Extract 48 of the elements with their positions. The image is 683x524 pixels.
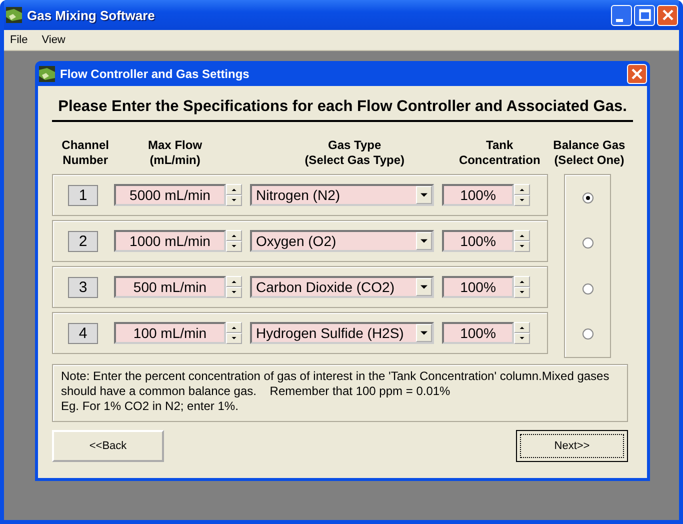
minimize-button[interactable]: [611, 4, 632, 26]
spinner[interactable]: [514, 230, 530, 252]
note-text: Note: Enter the percent concentration of gas of interest in the 'Tank Concentration' column.Mixed gases should have a common balance gas. Remember that 100 ppm = 0.01% Eg. For 1% CO2 in N2; enter 1%.: [52, 364, 628, 422]
concentration-field[interactable]: 100%: [442, 230, 514, 252]
menu-item[interactable]: View: [42, 34, 66, 46]
column-header: Channel Number: [60, 138, 110, 169]
spinner[interactable]: [226, 276, 242, 298]
close-button[interactable]: [657, 4, 678, 26]
column-header: Balance Gas (Select One): [552, 138, 626, 169]
concentration-field[interactable]: 100%: [442, 276, 514, 298]
channel-number: 2: [68, 230, 98, 252]
window-title: Gas Mixing Software: [27, 8, 156, 22]
channel-number: 4: [68, 322, 98, 344]
spinner[interactable]: [226, 322, 242, 344]
column-header: Gas Type (Select Gas Type): [304, 138, 406, 169]
channel-number: 3: [68, 276, 98, 298]
spinner[interactable]: [514, 276, 530, 298]
balance-radio[interactable]: [582, 328, 594, 340]
gas-type-dropdown[interactable]: Nitrogen (N2): [250, 184, 434, 206]
gas-type-dropdown[interactable]: Oxygen (O2): [250, 230, 434, 252]
spinner[interactable]: [514, 184, 530, 206]
channel-number: 1: [68, 184, 98, 206]
next-button[interactable]: Next>>: [516, 430, 628, 462]
concentration-field[interactable]: 100%: [442, 184, 514, 206]
spinner[interactable]: [226, 184, 242, 206]
max-flow-field[interactable]: 5000 mL/min: [114, 184, 226, 206]
balance-radio[interactable]: [582, 192, 594, 204]
close-button[interactable]: [627, 64, 647, 84]
minimize-icon: [616, 18, 623, 22]
balance-radio[interactable]: [582, 237, 594, 250]
app-icon: [6, 7, 22, 23]
spinner[interactable]: [226, 230, 242, 252]
balance-radio[interactable]: [582, 282, 594, 295]
concentration-field[interactable]: 100%: [442, 322, 514, 344]
column-header: Tank Concentration: [458, 138, 542, 169]
maximize-button[interactable]: [634, 4, 655, 26]
gas-type-dropdown[interactable]: Carbon Dioxide (CO2): [250, 276, 434, 298]
max-flow-field[interactable]: 100 mL/min: [114, 322, 226, 344]
max-flow-field[interactable]: 1000 mL/min: [114, 230, 226, 252]
gas-type-dropdown[interactable]: Hydrogen Sulfide (H2S): [250, 322, 434, 344]
back-button[interactable]: <<Back: [52, 430, 164, 462]
app-icon: [39, 66, 55, 82]
menu-item[interactable]: File: [10, 34, 28, 46]
column-header: Max Flow (mL/min): [147, 138, 204, 169]
spinner[interactable]: [514, 322, 530, 344]
dialog-title: Flow Controller and Gas Settings: [60, 66, 250, 80]
heading: Please Enter the Specifications for each Flow Controller and Associated Gas.: [52, 98, 633, 122]
max-flow-field[interactable]: 500 mL/min: [114, 276, 226, 298]
